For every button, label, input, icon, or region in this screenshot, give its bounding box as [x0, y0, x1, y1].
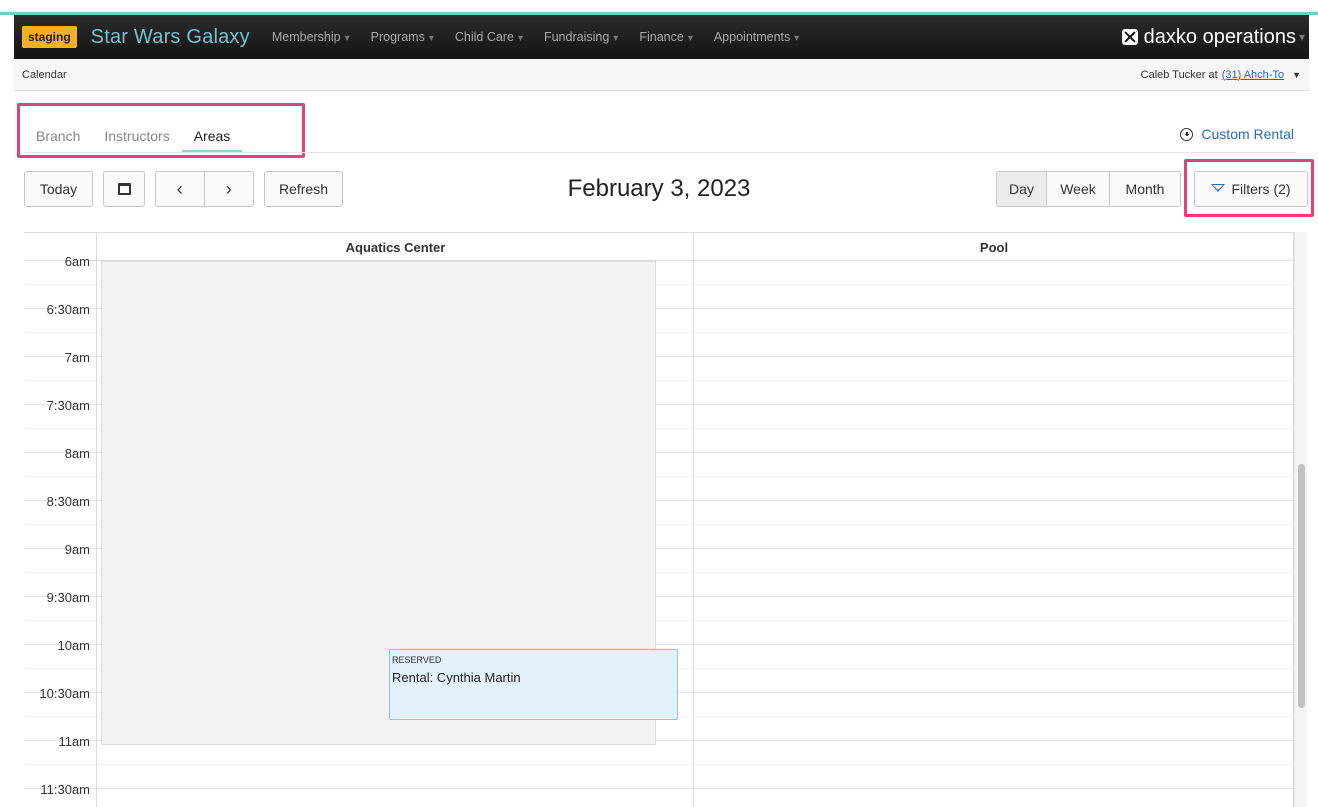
tabs-highlight-box — [17, 103, 305, 158]
time-label: 7:30am — [46, 398, 90, 413]
nav-programs[interactable]: Programs ▾ — [371, 30, 434, 44]
chevron-down-icon: ▾ — [687, 33, 693, 44]
location-link[interactable]: (31) Ahch-To — [1222, 69, 1284, 81]
product-menu[interactable]: daxko operations ▾ — [1121, 25, 1309, 49]
chevron-down-icon: ▾ — [613, 33, 619, 44]
time-label: 8:30am — [46, 494, 90, 509]
time-label: 9am — [64, 542, 90, 557]
time-slot-row[interactable]: 11:30am — [24, 782, 1294, 807]
custom-rental-label: Custom Rental — [1201, 126, 1294, 142]
time-label: 8am — [64, 446, 90, 461]
tabs-divider — [24, 152, 1296, 153]
daxko-logo-icon — [1121, 29, 1138, 45]
page-name: Calendar — [22, 68, 67, 81]
user-prefix: Caleb Tucker at — [1140, 68, 1218, 81]
calendar-header: Aquatics Center Pool — [24, 233, 1294, 261]
view-week-button[interactable]: Week — [1047, 172, 1110, 206]
event-title: Rental: Cynthia Martin — [392, 670, 521, 685]
rental-event[interactable]: RESERVED Rental: Cynthia Martin — [389, 649, 678, 720]
nav-child-care-label: Child Care — [454, 30, 514, 44]
view-day-button[interactable]: Day — [997, 172, 1047, 206]
chevron-down-icon: ▾ — [794, 33, 800, 44]
nav-appointments[interactable]: Appointments ▾ — [714, 30, 799, 44]
product-name: daxko operations — [1143, 25, 1296, 48]
chevron-down-icon: ▾ — [428, 33, 434, 44]
caret-down-icon[interactable]: ▼ — [1292, 70, 1301, 80]
nav-programs-label: Programs — [370, 30, 425, 44]
brand-name[interactable]: Star Wars Galaxy — [91, 26, 250, 49]
nav-finance[interactable]: Finance ▾ — [639, 30, 693, 44]
time-label: 6:30am — [46, 302, 90, 317]
sub-header: Calendar Caleb Tucker at (31) Ahch-To ▼ — [14, 59, 1309, 91]
env-badge: staging — [22, 26, 77, 48]
nav-fundraising-label: Fundraising — [543, 30, 610, 44]
chevron-down-icon: ▾ — [517, 33, 523, 44]
time-label: 10am — [57, 638, 90, 653]
nav-child-care[interactable]: Child Care ▾ — [455, 30, 523, 44]
filters-highlight-box — [1184, 159, 1314, 217]
time-label: 7am — [64, 350, 90, 365]
time-label: 11:30am — [40, 782, 90, 797]
calendar-scrollbar[interactable] — [1294, 232, 1307, 807]
time-label: 9:30am — [46, 590, 90, 605]
column-divider — [693, 233, 694, 807]
time-label: 6am — [64, 254, 90, 269]
plus-circle-icon — [1180, 127, 1194, 141]
custom-rental-link[interactable]: Custom Rental — [1180, 126, 1294, 142]
nav-membership[interactable]: Membership ▾ — [272, 30, 350, 44]
nav-finance-label: Finance — [639, 30, 684, 44]
column-aquatics-center: Aquatics Center — [345, 240, 446, 255]
nav-fundraising[interactable]: Fundraising ▾ — [544, 30, 618, 44]
top-navbar: staging Star Wars Galaxy Membership ▾ Pro… — [14, 15, 1309, 59]
nav-appointments-label: Appointments — [713, 30, 791, 44]
chevron-down-icon: ▾ — [344, 33, 350, 44]
view-month-button[interactable]: Month — [1110, 172, 1180, 206]
view-switcher: Day Week Month — [996, 171, 1181, 207]
scrollbar-thumb[interactable] — [1298, 464, 1305, 708]
chevron-down-icon: ▾ — [1298, 30, 1305, 44]
calendar-grid: Aquatics Center Pool 6am 6:30am 7am 7:30am 8… — [24, 232, 1307, 807]
time-label: 10:30am — [39, 686, 90, 701]
event-status: RESERVED — [392, 655, 442, 665]
user-location[interactable]: Caleb Tucker at (31) Ahch-To ▼ — [1141, 69, 1301, 81]
time-label: 11am — [58, 734, 90, 749]
nav-membership-label: Membership — [271, 30, 341, 44]
time-gutter-divider — [96, 233, 97, 807]
column-pool: Pool — [979, 240, 1009, 255]
time-slot-row[interactable] — [24, 765, 1294, 789]
